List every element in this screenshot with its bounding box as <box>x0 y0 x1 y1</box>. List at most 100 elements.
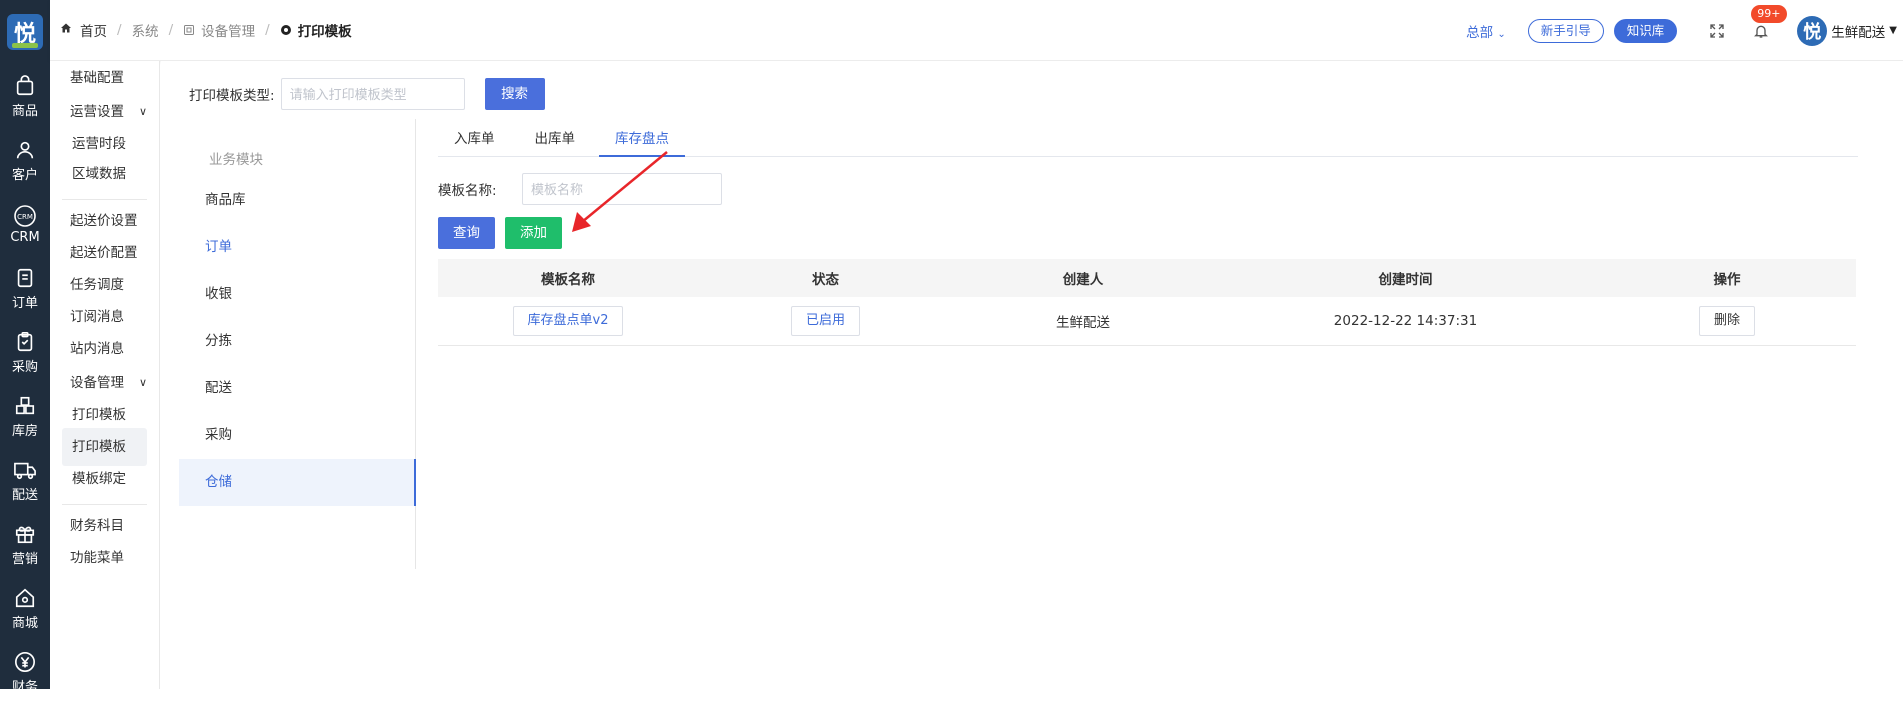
fullscreen-icon[interactable] <box>1705 19 1729 43</box>
sidebar-item-region-data[interactable]: 区域数据 <box>50 155 159 193</box>
rail-item-order[interactable]: 订单 <box>0 256 50 320</box>
module-item-order[interactable]: 订单 <box>179 224 415 271</box>
rail-item-label: 客户 <box>11 167 38 183</box>
tab-stocktake[interactable]: 库存盘点 <box>599 119 685 157</box>
rail-item-label: 商城 <box>11 615 38 631</box>
rail-item-label: 采购 <box>11 359 38 375</box>
sidebar-item-function-menu[interactable]: 功能菜单 <box>50 539 159 577</box>
module-item-storage[interactable]: 仓储 <box>179 459 416 506</box>
template-table: 模板名称 状态 创建人 创建时间 操作 库存盘点单v2 已启用 生鲜配送 202… <box>438 259 1856 346</box>
template-type-label: 打印模板类型: <box>189 88 275 104</box>
module-item-purchase[interactable]: 采购 <box>179 412 415 459</box>
breadcrumb-system[interactable]: 系统 <box>132 20 159 40</box>
template-tabs: 入库单 出库单 库存盘点 <box>438 119 1858 157</box>
rail-item-finance[interactable]: 财务 <box>0 640 50 704</box>
add-button[interactable]: 添加 <box>505 217 562 249</box>
col-operation: 操作 <box>1598 259 1856 297</box>
search-button[interactable]: 搜索 <box>484 78 545 110</box>
device-icon <box>183 24 195 36</box>
breadcrumb-separator: / <box>117 22 122 38</box>
tab-inbound[interactable]: 入库单 <box>438 119 511 157</box>
rail-item-label: 商品 <box>11 103 38 119</box>
query-actions: 查询 添加 <box>438 217 1858 249</box>
breadcrumb-separator: / <box>168 22 174 38</box>
user-name[interactable]: 生鲜配送 <box>1831 21 1885 41</box>
col-status: 状态 <box>698 259 953 297</box>
query-button[interactable]: 查询 <box>438 217 495 249</box>
rail-item-label: 订单 <box>11 295 38 311</box>
tab-outbound[interactable]: 出库单 <box>519 119 592 157</box>
module-item-delivery[interactable]: 配送 <box>179 365 415 412</box>
rail-item-mall[interactable]: 商城 <box>0 576 50 640</box>
settings-icon <box>280 24 292 36</box>
chevron-down-icon: ⌄ <box>1497 28 1506 40</box>
app-logo[interactable]: 悦 <box>7 14 43 50</box>
template-name-label: 模板名称: <box>438 183 497 199</box>
table-row: 库存盘点单v2 已启用 生鲜配送 2022-12-22 14:37:31 删除 <box>438 297 1856 346</box>
rail-item-customer[interactable]: 客户 <box>0 128 50 192</box>
created-time-cell: 2022-12-22 14:37:31 <box>1213 297 1598 346</box>
svg-text:CRM: CRM <box>17 213 33 221</box>
rail-item-goods[interactable]: 商品 <box>0 64 50 128</box>
guide-button[interactable]: 新手引导 <box>1527 18 1604 43</box>
avatar[interactable]: 悦 <box>1797 15 1828 46</box>
template-name-query: 模板名称: <box>438 173 1858 205</box>
caret-down-icon[interactable]: ▼ <box>1889 25 1897 36</box>
rail-item-delivery[interactable]: 配送 <box>0 448 50 512</box>
branch-selector[interactable]: 总部 ⌄ <box>1466 21 1506 41</box>
rail-item-label: 财务 <box>11 679 38 695</box>
rail-item-label: 库房 <box>11 423 38 439</box>
notification-badge: 99+ <box>1751 4 1787 23</box>
delete-button[interactable]: 删除 <box>1698 305 1755 336</box>
user-icon <box>13 138 37 162</box>
rail-item-label: 配送 <box>11 487 38 503</box>
status-toggle[interactable]: 已启用 <box>790 305 860 336</box>
breadcrumb-separator: / <box>265 22 270 38</box>
breadcrumb-home[interactable]: 首页 <box>80 20 107 40</box>
business-module-list: 业务模块 商品库 订单 收银 分拣 配送 采购 仓储 <box>179 119 416 569</box>
warehouse-icon <box>13 394 37 418</box>
bag-icon <box>13 74 37 98</box>
clipboard-icon <box>13 330 37 354</box>
template-panel: 入库单 出库单 库存盘点 模板名称: 查询 添加 模板名称 状态 创建人 创建时… <box>438 119 1858 346</box>
main-content: 打印模板类型: 搜索 业务模块 商品库 订单 收银 分拣 配送 采购 仓储 入库… <box>161 61 1903 689</box>
table-header-row: 模板名称 状态 创建人 创建时间 操作 <box>438 259 1856 297</box>
breadcrumb-current: 打印模板 <box>297 24 352 40</box>
rail-item-label: 营销 <box>11 551 38 567</box>
creator-cell: 生鲜配送 <box>953 297 1213 346</box>
rail-item-crm[interactable]: CRM CRM <box>0 192 50 256</box>
top-header: 首页 / 系统 / 设备管理 / 打印模板 总部 ⌄ 新手引导 知识库 99+ … <box>50 0 1903 61</box>
breadcrumb-device-mgmt[interactable]: 设备管理 <box>201 20 255 40</box>
system-sidebar: 基础配置 运营设置 ∨ 运营时段 区域数据 起送价设置 起送价配置 任务调度 订阅… <box>50 61 160 689</box>
gift-icon <box>13 522 37 546</box>
sidebar-item-site-msg[interactable]: 站内消息 <box>50 330 159 368</box>
main-nav-rail: 悦 商品 客户 CRM CRM 订单 采购 库房 配送 营销 商城 财务 <box>0 0 50 695</box>
template-name-link[interactable]: 库存盘点单v2 <box>512 305 624 336</box>
sidebar-divider <box>62 199 147 200</box>
crm-icon: CRM <box>13 204 37 228</box>
col-created-time: 创建时间 <box>1213 259 1598 297</box>
truck-icon <box>13 458 37 482</box>
document-icon <box>13 266 37 290</box>
module-item-sorting[interactable]: 分拣 <box>179 318 415 365</box>
rail-item-purchase[interactable]: 采购 <box>0 320 50 384</box>
sidebar-item-template-binding[interactable]: 模板绑定 <box>50 460 159 498</box>
module-item-cashier[interactable]: 收银 <box>179 271 415 318</box>
module-item-goods[interactable]: 商品库 <box>179 177 415 224</box>
bell-icon[interactable]: 99+ <box>1749 4 1787 43</box>
sidebar-divider <box>62 504 147 505</box>
template-type-input[interactable] <box>280 78 465 110</box>
yen-icon <box>13 650 37 674</box>
rail-item-label: CRM <box>10 229 40 245</box>
col-creator: 创建人 <box>953 259 1213 297</box>
template-type-filter: 打印模板类型: 搜索 <box>189 78 545 110</box>
rail-item-warehouse[interactable]: 库房 <box>0 384 50 448</box>
rail-item-marketing[interactable]: 营销 <box>0 512 50 576</box>
home-icon <box>60 22 74 38</box>
template-name-input[interactable] <box>522 173 722 205</box>
header-actions: 总部 ⌄ 新手引导 知识库 99+ 悦 生鲜配送 ▼ <box>1466 0 1897 61</box>
sidebar-item-basic-config[interactable]: 基础配置 <box>50 59 159 97</box>
col-template-name: 模板名称 <box>438 259 698 297</box>
knowledge-base-button[interactable]: 知识库 <box>1613 18 1678 43</box>
home-icon <box>13 586 37 610</box>
